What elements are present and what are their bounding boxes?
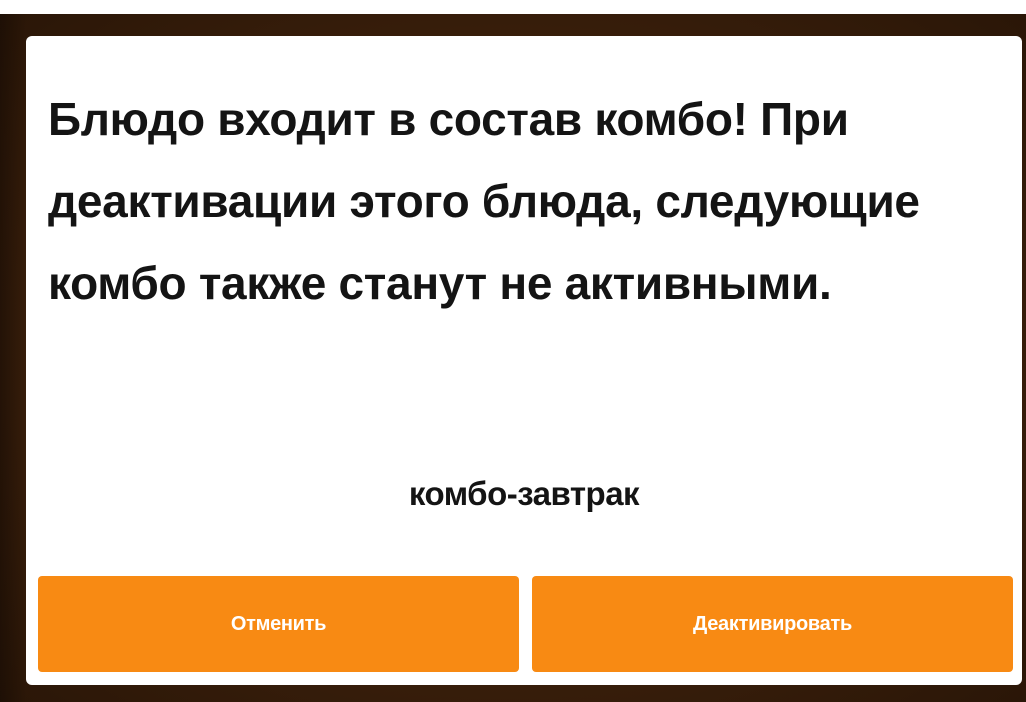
deactivate-button[interactable]: Деактивировать [532, 576, 1013, 672]
confirm-dialog: Блюдо входит в состав комбо! При деактив… [26, 36, 1022, 685]
combo-name: комбо-завтрак [408, 475, 640, 512]
dialog-message: Блюдо входит в состав комбо! При деактив… [48, 93, 920, 309]
cancel-button[interactable]: Отменить [38, 576, 519, 672]
